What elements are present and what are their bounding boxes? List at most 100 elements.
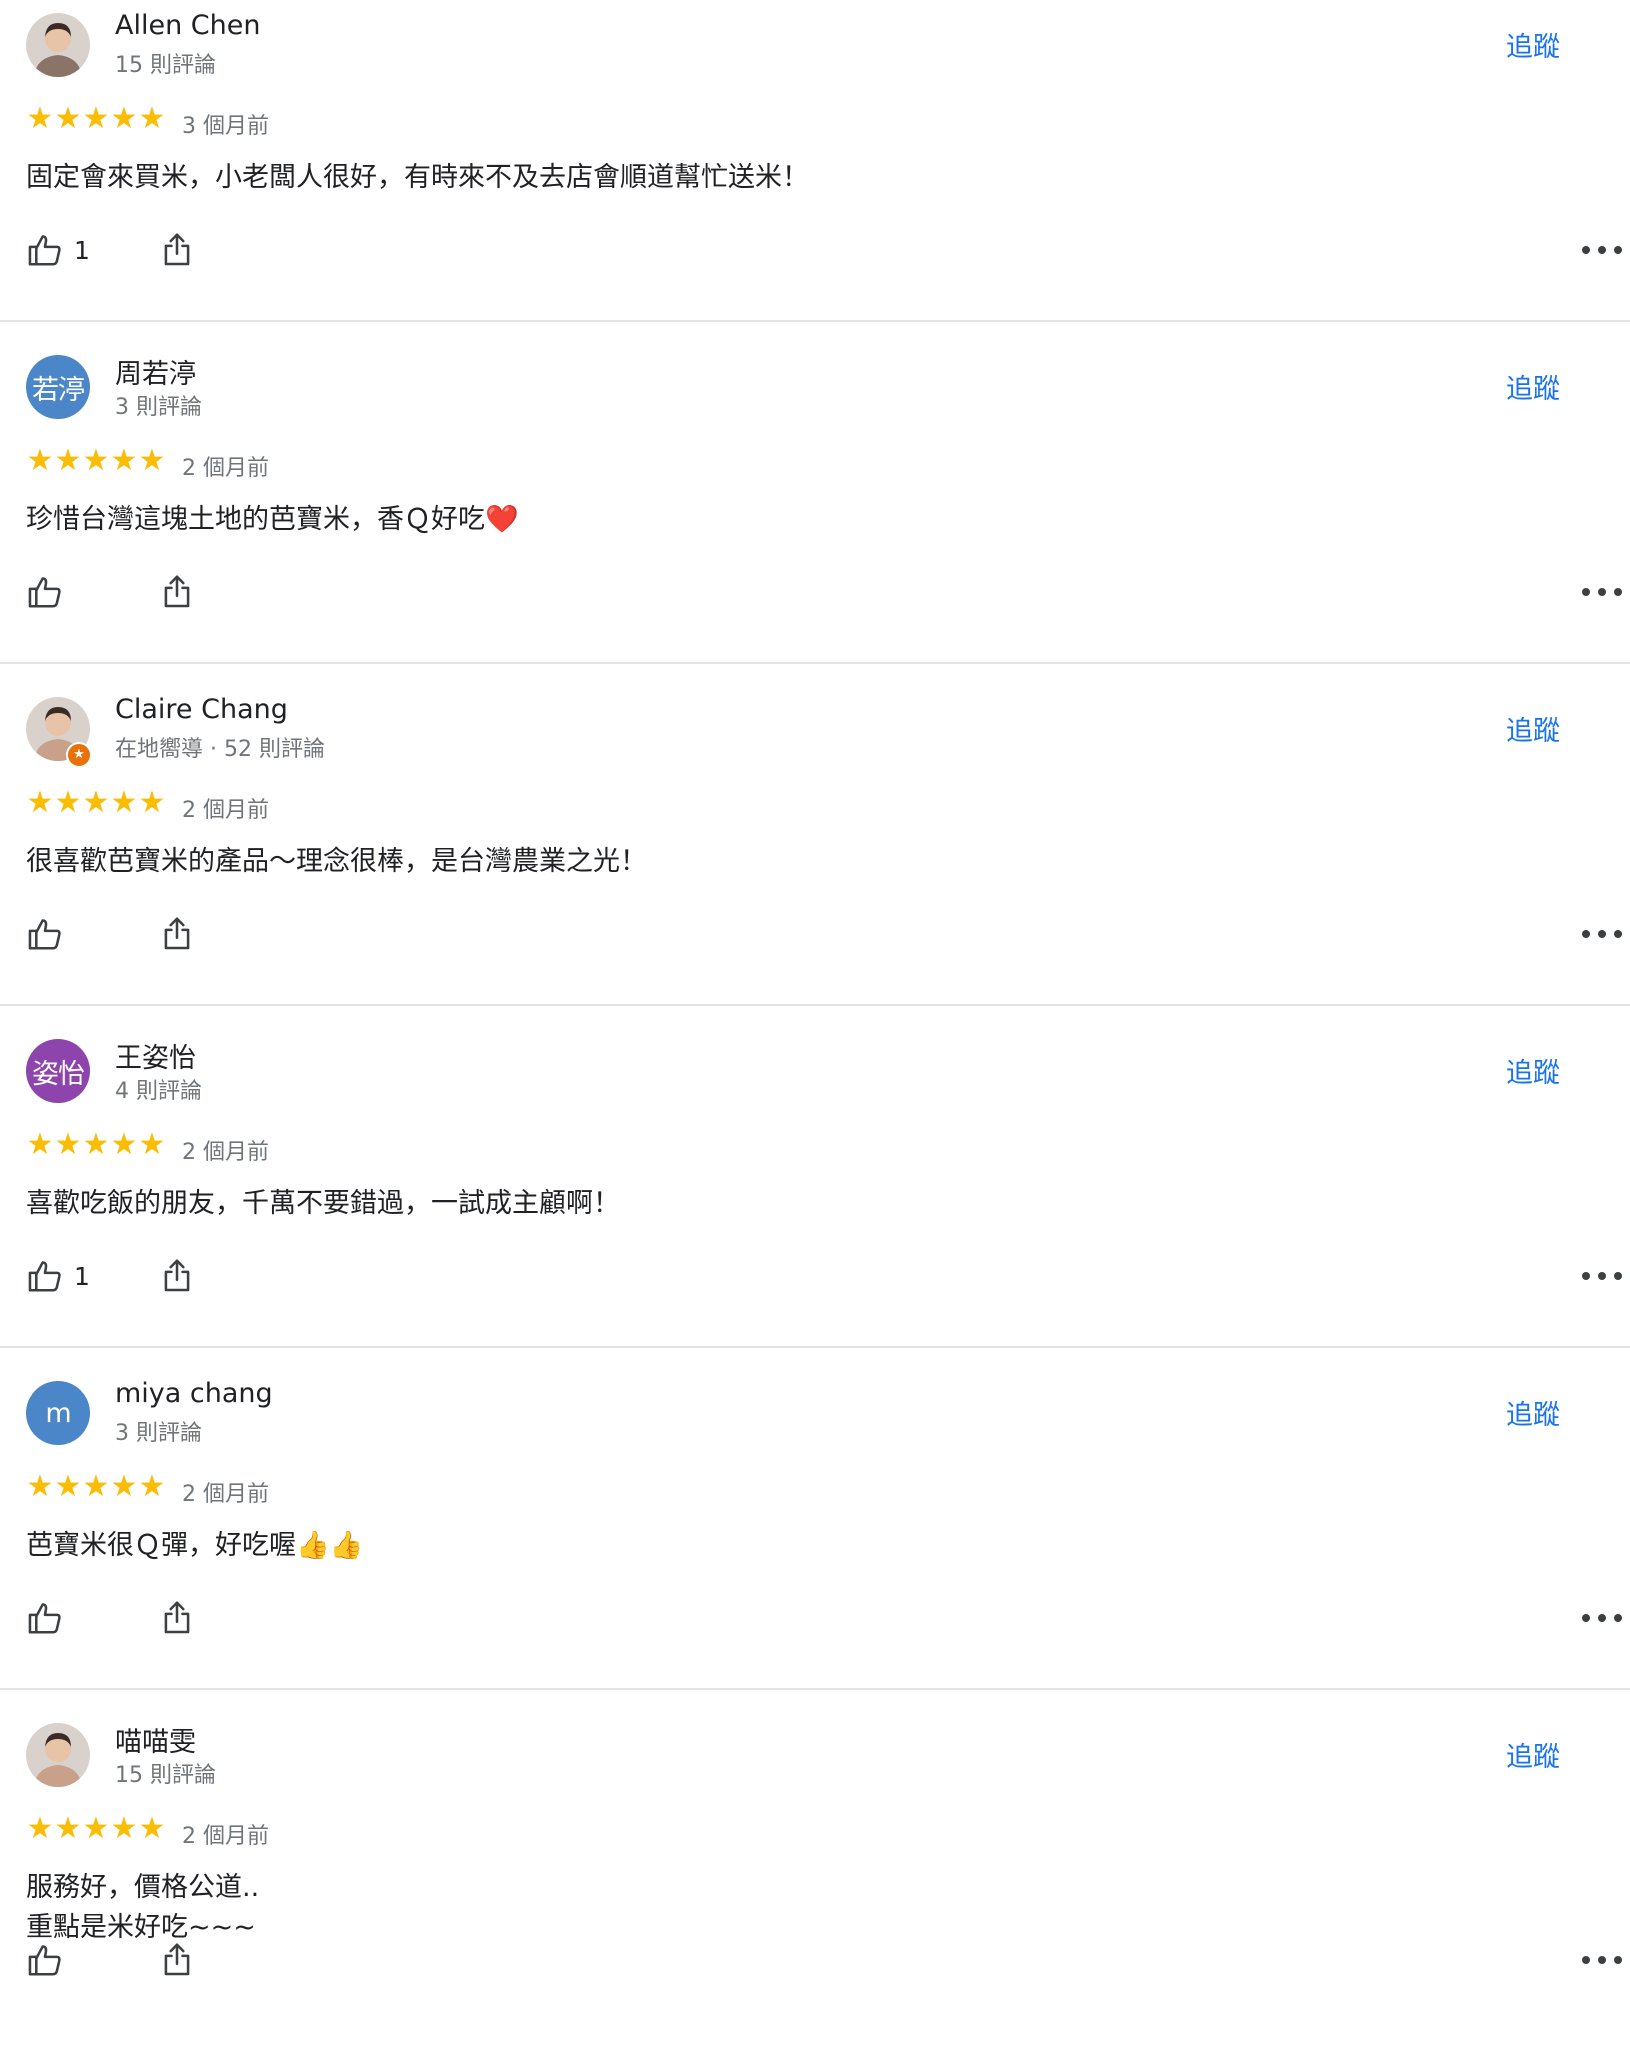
review-time: 3 個月前 bbox=[182, 114, 269, 139]
avatar[interactable]: 姿怡 bbox=[26, 1039, 90, 1103]
star-icon: ★ bbox=[138, 1469, 166, 1504]
review-time: 2 個月前 bbox=[182, 1482, 269, 1507]
more-options-button[interactable] bbox=[1582, 1954, 1622, 1966]
reviewer-name[interactable]: Claire Chang bbox=[115, 694, 288, 725]
reviewer-name[interactable]: 喵喵雯 bbox=[115, 1720, 196, 1759]
reviewer-meta: 在地嚮導 · 52 則評論 bbox=[115, 737, 325, 762]
share-button[interactable] bbox=[158, 230, 196, 268]
like-count: 1 bbox=[74, 235, 90, 265]
follow-button[interactable]: 追蹤 bbox=[1506, 1393, 1560, 1432]
review-text: 喜歡吃飯的朋友，千萬不要錯過，一試成主顧啊！ bbox=[26, 1188, 620, 1219]
review-card: Allen Chen 15 則評論 追蹤 ★ ★ ★ ★ ★ 3 個月前 固定會來買米，… bbox=[0, 0, 1630, 342]
dot-icon bbox=[1598, 1956, 1606, 1964]
share-icon bbox=[164, 233, 190, 266]
star-icon: ★ bbox=[54, 1811, 82, 1846]
dot-icon bbox=[1614, 246, 1622, 254]
follow-button[interactable]: 追蹤 bbox=[1506, 1051, 1560, 1090]
share-button[interactable] bbox=[158, 572, 196, 610]
more-options-button[interactable] bbox=[1582, 1270, 1622, 1282]
star-icon: ★ bbox=[110, 101, 138, 136]
reviewer-meta: 3 則評論 bbox=[115, 1421, 202, 1446]
star-icon: ★ bbox=[138, 1811, 166, 1846]
follow-button[interactable]: 追蹤 bbox=[1506, 367, 1560, 406]
thumbs-up-icon bbox=[28, 1603, 61, 1634]
more-options-button[interactable] bbox=[1582, 1612, 1622, 1624]
rating-stars: ★ ★ ★ ★ ★ bbox=[26, 104, 166, 134]
star-icon: ★ bbox=[82, 1469, 110, 1504]
reviewer-name[interactable]: 周若渟 bbox=[115, 352, 196, 391]
more-options-button[interactable] bbox=[1582, 586, 1622, 598]
rating-stars: ★ ★ ★ ★ ★ bbox=[26, 1130, 166, 1160]
share-button[interactable] bbox=[158, 1256, 196, 1294]
share-button[interactable] bbox=[158, 1940, 196, 1978]
dot-icon bbox=[1582, 1272, 1590, 1280]
dot-icon bbox=[1614, 588, 1622, 596]
review-card: ★ Claire Chang 在地嚮導 · 52 則評論 追蹤 ★ ★ ★ ★ ★ 2 … bbox=[0, 684, 1630, 1026]
rating-stars: ★ ★ ★ ★ ★ bbox=[26, 1814, 166, 1844]
share-icon bbox=[164, 917, 190, 950]
like-button[interactable] bbox=[26, 572, 64, 612]
rating-stars: ★ ★ ★ ★ ★ bbox=[26, 788, 166, 818]
star-icon: ★ bbox=[26, 1127, 54, 1162]
star-icon: ★ bbox=[82, 1811, 110, 1846]
review-card: 姿怡 王姿怡 4 則評論 追蹤 ★ ★ ★ ★ ★ 2 個月前 喜歡吃飯的朋友，千萬不要… bbox=[0, 1026, 1630, 1368]
review-text: 固定會來買米，小老闆人很好，有時來不及去店會順道幫忙送米！ bbox=[26, 162, 809, 193]
dot-icon bbox=[1598, 246, 1606, 254]
like-button[interactable]: 1 bbox=[26, 1256, 90, 1296]
follow-button[interactable]: 追蹤 bbox=[1506, 709, 1560, 748]
star-icon: ★ bbox=[82, 443, 110, 478]
like-button[interactable] bbox=[26, 1598, 64, 1638]
like-button[interactable] bbox=[26, 1940, 64, 1980]
review-divider bbox=[0, 1688, 1630, 1690]
avatar[interactable] bbox=[26, 13, 90, 77]
star-icon: ★ bbox=[26, 443, 54, 478]
star-icon: ★ bbox=[26, 101, 54, 136]
star-icon: ★ bbox=[54, 1469, 82, 1504]
follow-button[interactable]: 追蹤 bbox=[1506, 25, 1560, 64]
star-icon: ★ bbox=[138, 443, 166, 478]
like-button[interactable] bbox=[26, 914, 64, 954]
avatar[interactable]: 若渟 bbox=[26, 355, 90, 419]
avatar[interactable]: m bbox=[26, 1381, 90, 1445]
share-button[interactable] bbox=[158, 1598, 196, 1636]
reviewer-name[interactable]: 王姿怡 bbox=[115, 1036, 196, 1075]
review-text: 很喜歡芭寶米的產品～理念很棒，是台灣農業之光！ bbox=[26, 846, 647, 877]
dot-icon bbox=[1598, 930, 1606, 938]
dot-icon bbox=[1614, 930, 1622, 938]
follow-button[interactable]: 追蹤 bbox=[1506, 1735, 1560, 1774]
reviewer-name[interactable]: miya chang bbox=[115, 1378, 273, 1409]
user-photo-icon bbox=[26, 13, 90, 77]
star-icon: ★ bbox=[110, 1127, 138, 1162]
rating-stars: ★ ★ ★ ★ ★ bbox=[26, 446, 166, 476]
review-divider bbox=[0, 662, 1630, 664]
star-icon: ★ bbox=[110, 1811, 138, 1846]
reviewer-name[interactable]: Allen Chen bbox=[115, 10, 260, 41]
review-card: 若渟 周若渟 3 則評論 追蹤 ★ ★ ★ ★ ★ 2 個月前 珍惜台灣這塊土地的芭寶米… bbox=[0, 342, 1630, 684]
reviewer-meta: 15 則評論 bbox=[115, 1763, 216, 1788]
share-icon bbox=[164, 1943, 190, 1976]
review-divider bbox=[0, 1346, 1630, 1348]
reviewer-meta: 15 則評論 bbox=[115, 53, 216, 78]
share-button[interactable] bbox=[158, 914, 196, 952]
star-icon: ★ bbox=[110, 1469, 138, 1504]
star-icon: ★ bbox=[110, 785, 138, 820]
review-card: m miya chang 3 則評論 追蹤 ★ ★ ★ ★ ★ 2 個月前 芭寶米很Ｑ彈… bbox=[0, 1368, 1630, 1710]
review-time: 2 個月前 bbox=[182, 1140, 269, 1165]
star-icon: ★ bbox=[54, 1127, 82, 1162]
dot-icon bbox=[1598, 1272, 1606, 1280]
review-divider bbox=[0, 1004, 1630, 1006]
like-button[interactable]: 1 bbox=[26, 230, 90, 270]
thumbs-up-icon bbox=[28, 919, 61, 950]
review-time: 2 個月前 bbox=[182, 798, 269, 823]
more-options-button[interactable] bbox=[1582, 244, 1622, 256]
star-icon: ★ bbox=[26, 785, 54, 820]
dot-icon bbox=[1582, 588, 1590, 596]
star-icon: ★ bbox=[82, 785, 110, 820]
review-time: 2 個月前 bbox=[182, 456, 269, 481]
star-icon: ★ bbox=[26, 1469, 54, 1504]
more-options-button[interactable] bbox=[1582, 928, 1622, 940]
star-icon: ★ bbox=[110, 443, 138, 478]
avatar-initials: 姿怡 bbox=[32, 1058, 85, 1090]
avatar[interactable] bbox=[26, 1723, 90, 1787]
dot-icon bbox=[1614, 1272, 1622, 1280]
